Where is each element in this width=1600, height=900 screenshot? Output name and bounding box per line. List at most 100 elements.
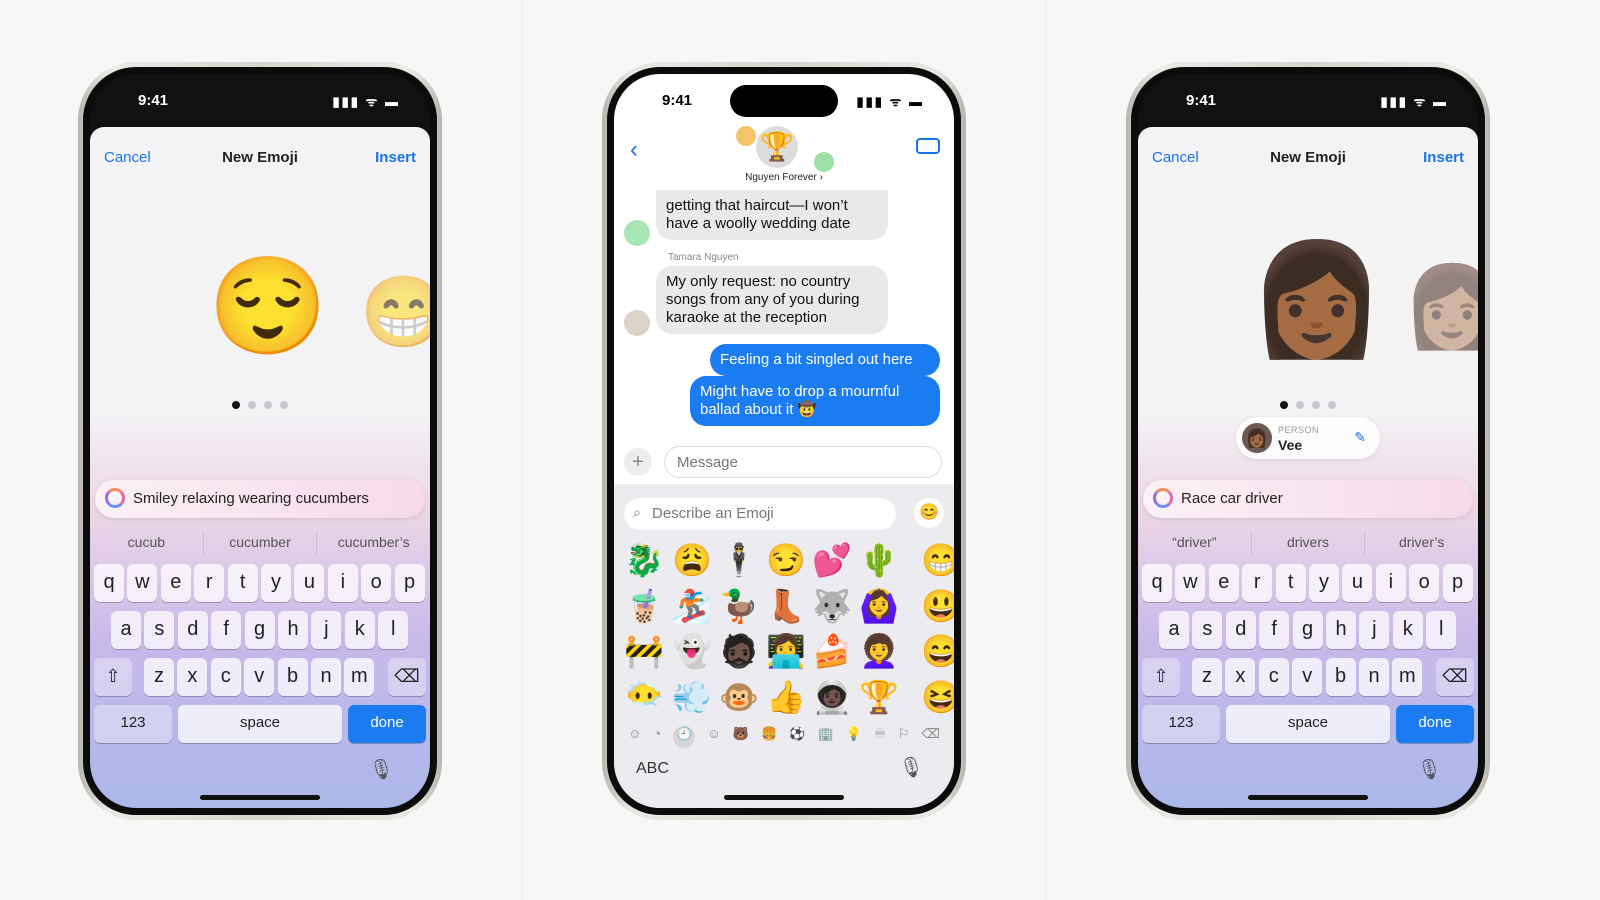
key-a[interactable]: a bbox=[111, 611, 141, 649]
emoji-item[interactable]: 🕴️ bbox=[717, 540, 761, 580]
emoji-item[interactable]: 🧔🏿 bbox=[717, 631, 761, 671]
key-h[interactable]: h bbox=[278, 611, 308, 649]
key-r[interactable]: r bbox=[194, 564, 225, 602]
delete-icon[interactable]: ⌫ bbox=[922, 726, 940, 748]
key-y[interactable]: y bbox=[261, 564, 291, 602]
key-t[interactable]: t bbox=[227, 564, 258, 602]
suggestion[interactable]: cucumber bbox=[204, 531, 318, 555]
key-q[interactable]: q bbox=[1142, 564, 1172, 602]
key-v[interactable]: v bbox=[1292, 658, 1323, 696]
microphone-icon[interactable]: 🎙 bbox=[1417, 757, 1442, 782]
emoji-item[interactable]: 🦆 bbox=[717, 586, 761, 626]
key-z[interactable]: z bbox=[144, 658, 174, 696]
suggestion[interactable]: driver’s bbox=[1365, 531, 1478, 555]
suggestion[interactable]: cucub bbox=[90, 531, 204, 555]
key-e[interactable]: e bbox=[160, 564, 191, 602]
key-s[interactable]: s bbox=[144, 611, 175, 649]
suggestion[interactable]: cucumber’s bbox=[317, 531, 430, 555]
genmoji-preview[interactable]: 😌 bbox=[208, 259, 328, 355]
key-f[interactable]: f bbox=[211, 611, 242, 649]
key-j[interactable]: j bbox=[311, 611, 342, 649]
key-k[interactable]: k bbox=[344, 611, 375, 649]
page-dots[interactable] bbox=[1138, 396, 1478, 414]
key-h[interactable]: h bbox=[1326, 611, 1356, 649]
suggestion[interactable]: drivers bbox=[1252, 531, 1366, 555]
done-key[interactable]: done bbox=[348, 705, 426, 743]
insert-button[interactable]: Insert bbox=[375, 149, 416, 166]
emoji-item[interactable]: 👩‍💻 bbox=[764, 631, 808, 671]
delete-key[interactable]: ⌫ bbox=[388, 658, 426, 696]
emoji-category-icon[interactable]: 🏢 bbox=[818, 726, 834, 748]
person-chip[interactable]: 👩🏾 PERSON Vee ✎ bbox=[1236, 417, 1380, 459]
key-u[interactable]: u bbox=[294, 564, 325, 602]
emoji-item[interactable]: 🐵 bbox=[717, 677, 761, 717]
key-j[interactable]: j bbox=[1359, 611, 1390, 649]
message-input[interactable] bbox=[664, 446, 942, 478]
emoji-item[interactable]: 🙆‍♀️ bbox=[857, 586, 901, 626]
delete-key[interactable]: ⌫ bbox=[1436, 658, 1474, 696]
emoji-item[interactable]: 😁 bbox=[919, 540, 954, 580]
insert-button[interactable]: Insert bbox=[1423, 149, 1464, 166]
emoji-prompt-input[interactable]: Race car driver bbox=[1143, 480, 1473, 518]
emoji-item[interactable]: 🏂 bbox=[670, 586, 714, 626]
emoji-item[interactable]: 🐉 bbox=[622, 540, 666, 580]
emoji-item[interactable]: 🍰 bbox=[810, 631, 854, 671]
abc-button[interactable]: ABC bbox=[636, 760, 669, 778]
done-key[interactable]: done bbox=[1396, 705, 1474, 743]
key-i[interactable]: i bbox=[1375, 564, 1406, 602]
genmoji-next-preview[interactable]: 👩🏽 bbox=[1402, 267, 1478, 347]
emoji-category-icon[interactable]: ☺ bbox=[628, 726, 641, 748]
key-w[interactable]: w bbox=[1175, 564, 1206, 602]
microphone-icon[interactable]: 🎙 bbox=[369, 757, 394, 782]
key-n[interactable]: n bbox=[311, 658, 341, 696]
key-u[interactable]: u bbox=[1342, 564, 1373, 602]
emoji-category-icon[interactable]: ♾ bbox=[874, 726, 886, 748]
emoji-item[interactable]: 👍 bbox=[764, 677, 808, 717]
emoji-item[interactable]: 🧑🏿‍🚀 bbox=[810, 677, 854, 717]
edit-pencil-icon[interactable]: ✎ bbox=[1354, 429, 1366, 446]
emoji-item[interactable]: 🏆 bbox=[857, 677, 901, 717]
emoji-item[interactable]: 👻 bbox=[670, 631, 714, 671]
key-l[interactable]: l bbox=[378, 611, 409, 649]
emoji-prompt-input[interactable]: Smiley relaxing wearing cucumbers bbox=[95, 480, 425, 518]
emoji-item[interactable]: 💕 bbox=[810, 540, 854, 580]
key-a[interactable]: a bbox=[1159, 611, 1189, 649]
key-y[interactable]: y bbox=[1309, 564, 1339, 602]
emoji-category-icon[interactable]: ☺ bbox=[707, 726, 720, 748]
key-z[interactable]: z bbox=[1192, 658, 1222, 696]
genmoji-button[interactable]: 😊 bbox=[914, 498, 944, 528]
emoji-item[interactable]: 👩‍🦱 bbox=[857, 631, 901, 671]
emoji-item[interactable]: 😄 bbox=[919, 631, 954, 671]
emoji-item[interactable]: 👢 bbox=[764, 586, 808, 626]
key-b[interactable]: b bbox=[277, 658, 308, 696]
key-r[interactable]: r bbox=[1242, 564, 1273, 602]
emoji-item[interactable]: 🐺 bbox=[810, 586, 854, 626]
suggestion[interactable]: “driver” bbox=[1138, 531, 1252, 555]
key-s[interactable]: s bbox=[1192, 611, 1223, 649]
emoji-item[interactable]: 😃 bbox=[919, 586, 954, 626]
numbers-key[interactable]: 123 bbox=[1142, 705, 1220, 743]
key-x[interactable]: x bbox=[177, 658, 208, 696]
emoji-category-icon[interactable]: 🍔 bbox=[761, 726, 777, 748]
emoji-category-icon[interactable]: ◔ bbox=[653, 726, 661, 748]
emoji-category-icon[interactable]: 💡 bbox=[846, 726, 862, 748]
key-w[interactable]: w bbox=[127, 564, 158, 602]
emoji-search-input[interactable]: ⌕ Describe an Emoji bbox=[624, 498, 896, 530]
emoji-category-icon[interactable]: 🕘 bbox=[673, 726, 696, 748]
key-o[interactable]: o bbox=[1409, 564, 1440, 602]
key-g[interactable]: g bbox=[244, 611, 275, 649]
genmoji-next-preview[interactable]: 😁 bbox=[360, 277, 430, 347]
key-d[interactable]: d bbox=[177, 611, 208, 649]
numbers-key[interactable]: 123 bbox=[94, 705, 172, 743]
emoji-item[interactable]: 🚧 bbox=[622, 631, 666, 671]
key-f[interactable]: f bbox=[1259, 611, 1290, 649]
key-m[interactable]: m bbox=[344, 658, 375, 696]
plus-button[interactable]: + bbox=[624, 448, 652, 476]
key-k[interactable]: k bbox=[1392, 611, 1423, 649]
key-v[interactable]: v bbox=[244, 658, 275, 696]
key-o[interactable]: o bbox=[361, 564, 392, 602]
key-m[interactable]: m bbox=[1392, 658, 1423, 696]
shift-key[interactable]: ⇧ bbox=[1142, 658, 1180, 696]
key-n[interactable]: n bbox=[1359, 658, 1389, 696]
key-x[interactable]: x bbox=[1225, 658, 1256, 696]
